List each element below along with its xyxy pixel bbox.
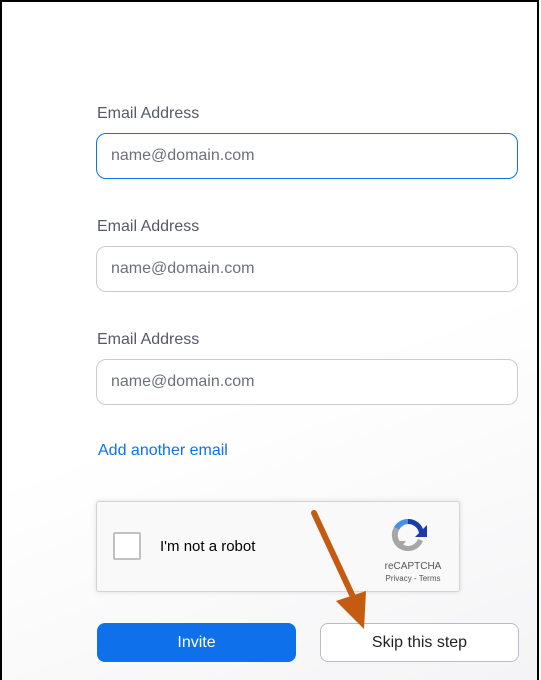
recaptcha-logo-icon (391, 518, 427, 552)
recaptcha-brand: reCAPTCHA (384, 561, 442, 572)
invite-dialog-frame: Email Address Email Address Email Addres… (0, 0, 539, 680)
recaptcha-privacy-terms[interactable]: Privacy - Terms (373, 574, 453, 583)
recaptcha-checkbox[interactable] (113, 532, 141, 560)
email-label-3: Email Address (97, 331, 200, 348)
email-label-2: Email Address (97, 218, 200, 235)
email-field-1[interactable] (96, 133, 518, 179)
email-label-1: Email Address (97, 105, 200, 122)
email-field-3[interactable] (96, 359, 518, 405)
recaptcha-widget: I'm not a robot reCAPTCHA Privacy - Term… (96, 501, 460, 592)
add-another-email-link[interactable]: Add another email (98, 442, 228, 460)
invite-button[interactable]: Invite (97, 623, 296, 662)
email-field-2[interactable] (96, 246, 518, 292)
recaptcha-label: I'm not a robot (160, 538, 256, 555)
skip-step-button[interactable]: Skip this step (320, 623, 519, 662)
